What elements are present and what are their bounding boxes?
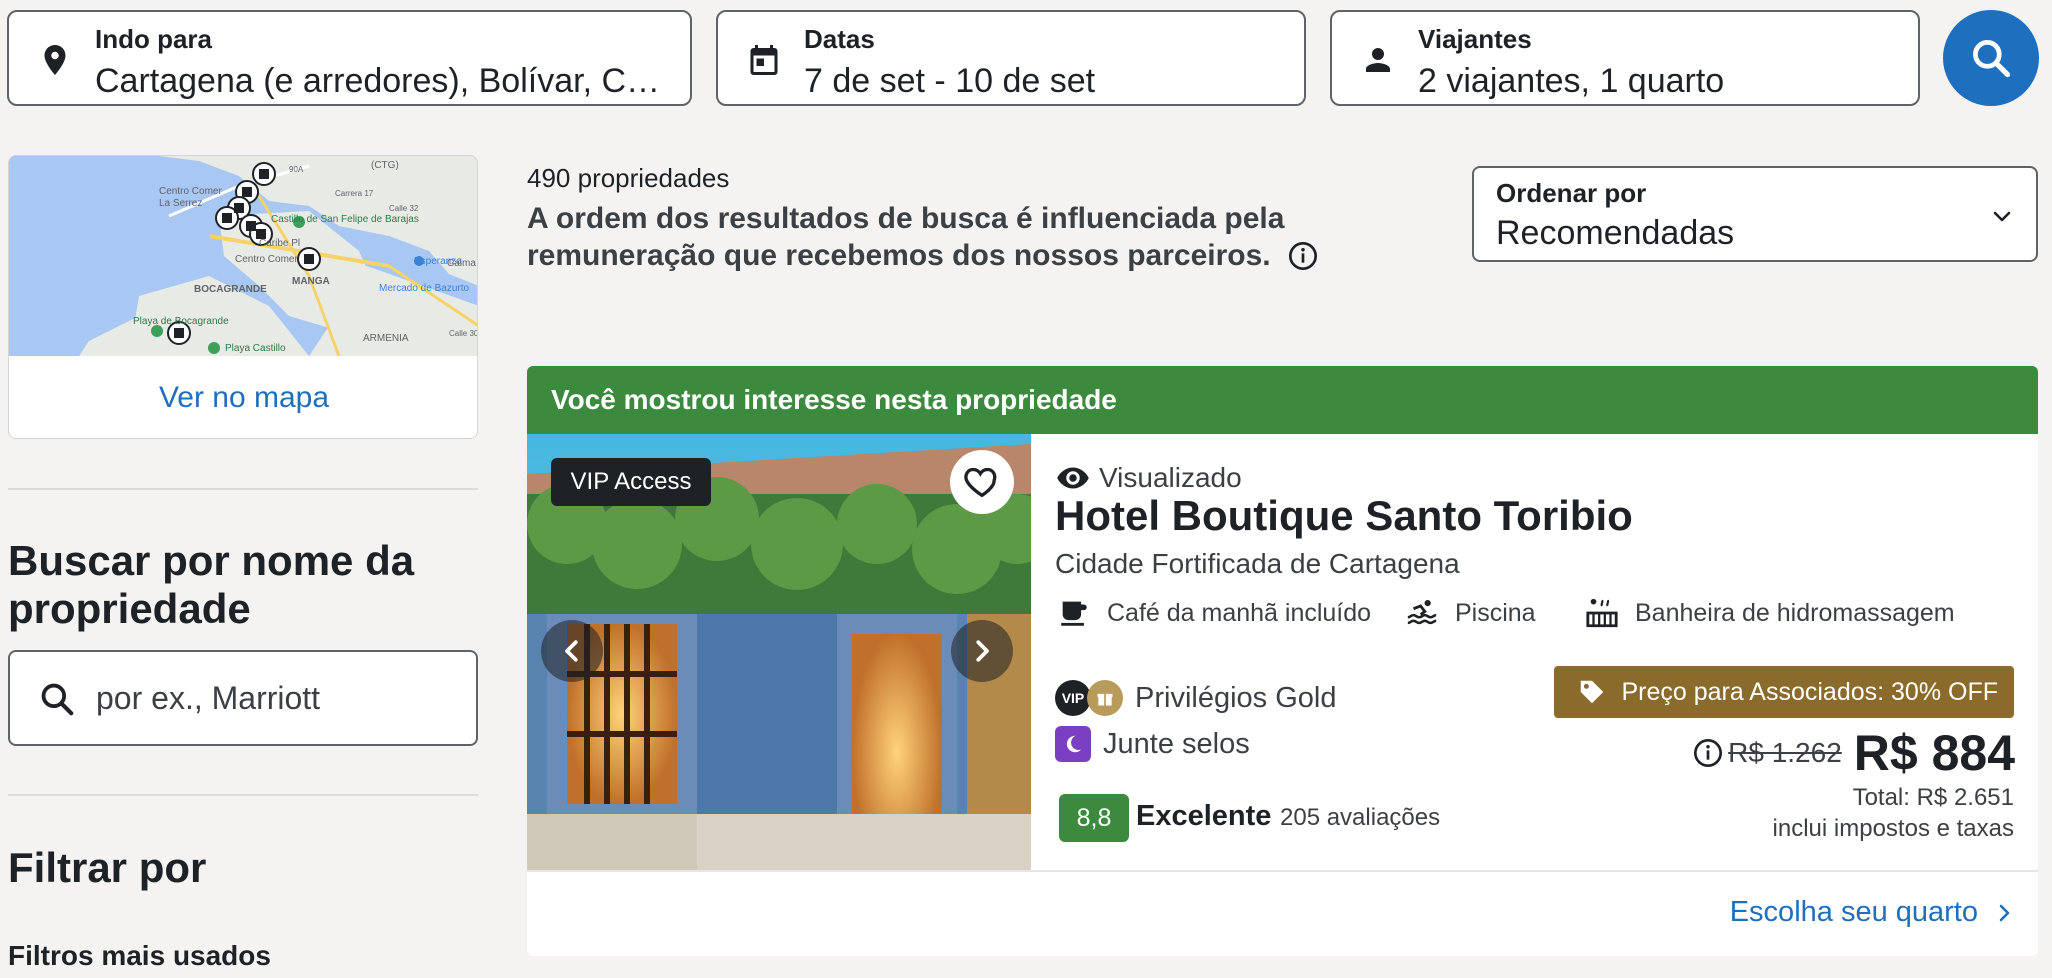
property-name-placeholder: por ex., Marriott xyxy=(96,680,321,716)
chevron-right-icon xyxy=(976,640,989,662)
map-place-label: Calle 32 xyxy=(389,204,419,213)
stamps-text: Junte selos xyxy=(1103,727,1250,760)
review-count[interactable]: 205 avaliações xyxy=(1280,804,1440,832)
original-price: R$ 1.262 xyxy=(1728,737,1842,768)
map-place-label: Caribe Pl xyxy=(259,238,300,249)
vip-icon: VIP xyxy=(1055,680,1091,716)
hot-tub-icon xyxy=(1586,598,1618,628)
travelers-field[interactable]: Viajantes 2 viajantes, 1 quarto xyxy=(1330,10,1920,106)
info-icon[interactable] xyxy=(1287,240,1319,272)
filter-title: Filtrar por xyxy=(8,844,207,891)
disclaimer-text: A ordem dos resultados de busca é influe… xyxy=(527,202,1285,272)
member-price-tag: Preço para Associados: 30% OFF xyxy=(1554,666,2014,718)
card-footer: Escolha seu quarto xyxy=(527,870,2038,956)
destination-field[interactable]: Indo para Cartagena (e arredores), Bolív… xyxy=(7,10,692,106)
moon-icon xyxy=(1055,726,1091,762)
loyalty-privileges: VIP Privilégios Gold xyxy=(1055,680,1336,716)
info-icon[interactable] xyxy=(1692,737,1724,769)
chevron-left-icon xyxy=(565,640,578,662)
chevron-down-icon xyxy=(1993,211,2011,222)
favorite-button[interactable] xyxy=(950,450,1014,514)
map-preview[interactable]: Centro Comer La Serrez Castillo de San F… xyxy=(9,156,478,357)
viewed-text: Visualizado xyxy=(1099,462,1242,493)
search-button[interactable] xyxy=(1943,10,2039,106)
destination-value: Cartagena (e arredores), Bolívar, Colô..… xyxy=(95,62,675,100)
property-photo[interactable]: VIP Access xyxy=(527,434,1031,870)
travelers-value: 2 viajantes, 1 quarto xyxy=(1418,62,1725,100)
stamps-program: Junte selos xyxy=(1055,726,1250,762)
search-icon xyxy=(41,683,74,716)
property-name-search-input[interactable]: por ex., Marriott xyxy=(8,650,478,746)
rating-label: Excelente xyxy=(1136,800,1272,832)
map-place-label: 90A xyxy=(289,165,304,174)
name-search-title: Buscar por nome da propriedade xyxy=(8,537,415,632)
taxes-note: inclui impostos e taxas xyxy=(1772,815,2014,842)
pool-icon xyxy=(1407,599,1437,625)
chevron-right-icon xyxy=(1999,904,2010,921)
map-place-label: Playa de Bocagrande xyxy=(133,316,229,327)
amenity-breakfast: Café da manhã incluído xyxy=(1057,596,1371,630)
search-icon xyxy=(1973,40,2011,78)
choose-room-label: Escolha seu quarto xyxy=(1729,896,1978,928)
map-place-label: Centro Comer xyxy=(235,254,298,265)
dates-value: 7 de set - 10 de set xyxy=(804,62,1096,100)
amenity-label: Banheira de hidromassagem xyxy=(1635,598,1955,627)
interest-banner: Você mostrou interesse nesta propriedade xyxy=(527,366,2038,434)
current-price: R$ 884 xyxy=(1853,725,2015,781)
filter-subtitle: Filtros mais usados xyxy=(8,940,271,971)
map-place-label: ARMENIA xyxy=(363,333,409,344)
dates-label: Datas xyxy=(804,24,875,54)
map-graphic: Centro Comer La Serrez Castillo de San F… xyxy=(9,156,478,357)
map-place-label: Castillo de San Felipe de Barajas xyxy=(271,214,419,225)
viewed-indicator: Visualizado xyxy=(1055,460,1242,496)
map-place-label: La Serrez xyxy=(159,198,202,209)
map-place-label: Mercado de Bazurto xyxy=(379,283,469,294)
amenity-hot-tub: Banheira de hidromassagem xyxy=(1585,596,1955,630)
view-on-map-link[interactable]: Ver no mapa xyxy=(9,356,477,438)
vip-access-badge: VIP Access xyxy=(551,458,711,506)
amenity-label: Café da manhã incluído xyxy=(1107,598,1372,627)
property-name[interactable]: Hotel Boutique Santo Toribio xyxy=(1055,492,1633,540)
results-count: 490 propriedades xyxy=(527,163,730,193)
map-place-label: Calle 30 xyxy=(449,329,478,338)
ranking-disclaimer: A ordem dos resultados de busca é influe… xyxy=(527,200,1457,274)
property-location: Cidade Fortificada de Cartagena xyxy=(1055,548,1460,579)
sort-dropdown[interactable]: Ordenar por Recomendadas xyxy=(1472,166,2038,262)
dates-field[interactable]: Datas 7 de set - 10 de set xyxy=(716,10,1306,106)
sort-value: Recomendadas xyxy=(1496,214,1735,252)
map-place-label: (CTG) xyxy=(371,160,399,171)
gift-icon xyxy=(1087,680,1123,716)
person-icon xyxy=(1366,48,1390,72)
property-card[interactable]: Você mostrou interesse nesta propriedade xyxy=(527,366,2038,956)
amenity-pool: Piscina xyxy=(1405,596,1536,630)
eye-icon xyxy=(1057,467,1089,489)
sidebar-divider xyxy=(8,794,478,796)
sort-label: Ordenar por xyxy=(1496,178,1647,208)
destination-label: Indo para xyxy=(95,24,213,54)
map-place-label: Centro Comer xyxy=(159,186,222,197)
next-photo-button[interactable] xyxy=(951,620,1013,682)
map-place-label: Caima xyxy=(447,258,476,269)
coffee-cup-icon xyxy=(1061,601,1087,626)
calendar-icon xyxy=(750,45,778,75)
previous-photo-button[interactable] xyxy=(541,620,603,682)
privileges-text: Privilégios Gold xyxy=(1135,681,1337,714)
map-place-label: MANGA xyxy=(292,276,330,287)
total-price: Total: R$ 2.651 xyxy=(1852,784,2014,811)
travelers-label: Viajantes xyxy=(1418,24,1532,54)
amenity-label: Piscina xyxy=(1455,598,1536,627)
map-place-label: Carrera 17 xyxy=(335,189,374,198)
heart-icon xyxy=(964,467,997,498)
tag-icon xyxy=(1581,680,1604,704)
location-pin-icon xyxy=(44,45,66,75)
rating-score: 8,8 xyxy=(1059,794,1129,842)
price-block: R$ 1.262 R$ 884 xyxy=(1677,724,2015,782)
map-place-label: Playa Castillo xyxy=(225,343,286,354)
map-place-label: BOCAGRANDE xyxy=(194,284,267,295)
sidebar-divider xyxy=(8,488,478,490)
map-card[interactable]: Centro Comer La Serrez Castillo de San F… xyxy=(8,155,478,439)
choose-room-link[interactable]: Escolha seu quarto xyxy=(1730,896,2016,929)
member-price-text: Preço para Associados: 30% OFF xyxy=(1621,677,1998,706)
